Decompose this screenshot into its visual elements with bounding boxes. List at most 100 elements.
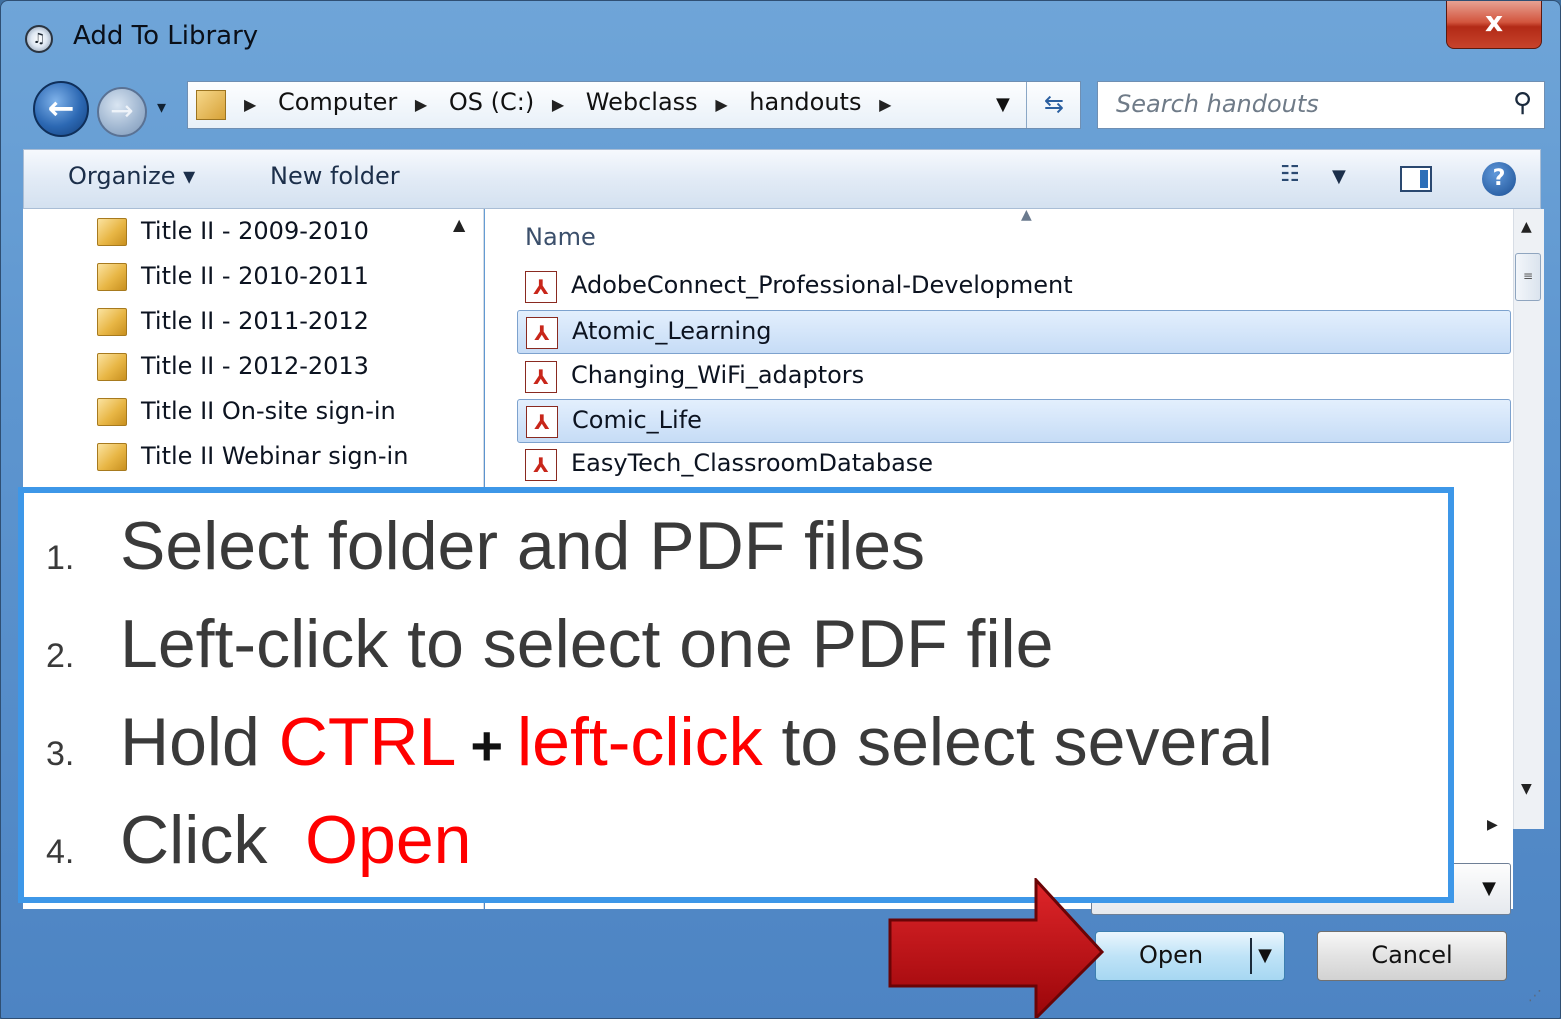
back-arrow-icon: ← (47, 89, 75, 127)
file-name: EasyTech_ClassroomDatabase (571, 449, 934, 477)
step-text-part: Click (120, 802, 306, 878)
back-button[interactable]: ← (33, 81, 89, 137)
tree-item-label: Title II - 2011-2012 (141, 307, 369, 335)
instruction-step-2: 2. Left-click to select one PDF file (46, 605, 1053, 683)
itunes-icon: ♫ (25, 25, 53, 53)
column-header-name[interactable]: Name (525, 223, 596, 251)
step-text: Select folder and PDF files (120, 508, 926, 584)
open-button-label: Open (1138, 941, 1204, 969)
step-number: 4. (46, 833, 75, 871)
cancel-button[interactable]: Cancel (1317, 931, 1507, 981)
breadcrumb: ▶ Computer ▶ OS (C:) ▶ Webclass ▶ handou… (244, 88, 905, 116)
view-options-icon[interactable]: ☷ (1280, 162, 1300, 187)
file-name: Comic_Life (572, 406, 702, 434)
scroll-down-icon[interactable]: ▼ (1521, 781, 1532, 797)
search-box[interactable]: Search handouts ⚲ (1097, 81, 1545, 129)
window-title: Add To Library (73, 21, 259, 51)
command-bar: Organize ▾ New folder ☷ ▼ ? (23, 149, 1541, 209)
breadcrumb-computer[interactable]: Computer (278, 88, 397, 116)
tree-item[interactable]: Title II - 2009-2010 (97, 217, 369, 246)
resize-grip-icon[interactable]: ⋰ (1528, 988, 1542, 1004)
recent-pages-dropdown[interactable]: ▾ (157, 97, 166, 118)
breadcrumb-handouts[interactable]: handouts (749, 88, 861, 116)
pdf-icon: ⅄ (525, 449, 557, 481)
breadcrumb-separator-icon[interactable]: ▶ (879, 95, 891, 114)
breadcrumb-separator-icon[interactable]: ▶ (415, 95, 427, 114)
step-text-part: to select several (762, 704, 1273, 780)
open-button[interactable]: Open ▼ (1095, 931, 1285, 981)
address-bar[interactable]: ▶ Computer ▶ OS (C:) ▶ Webclass ▶ handou… (187, 81, 1081, 129)
step-text-part: Hold (120, 704, 279, 780)
search-icon[interactable]: ⚲ (1513, 88, 1532, 118)
step-text: Click Open (120, 802, 471, 878)
instruction-step-4: 4. Click Open (46, 801, 471, 879)
plus-sign: + (470, 714, 504, 777)
step-number: 2. (46, 637, 75, 675)
sort-ascending-icon: ▲ (1021, 207, 1032, 223)
folder-icon (97, 263, 127, 291)
tree-item[interactable]: Title II - 2012-2013 (97, 352, 369, 381)
step-text: Left-click to select one PDF file (120, 606, 1054, 682)
nav-scroll-up-icon[interactable]: ▲ (453, 215, 465, 234)
search-input[interactable]: Search handouts (1116, 90, 1319, 118)
step-number: 1. (46, 539, 75, 577)
breadcrumb-separator-icon[interactable]: ▶ (715, 95, 727, 114)
breadcrumb-os-c[interactable]: OS (C:) (449, 88, 534, 116)
help-icon[interactable]: ? (1482, 162, 1516, 196)
instruction-callout: 1. Select folder and PDF files 2. Left-cli… (18, 487, 1454, 903)
breadcrumb-separator-icon[interactable]: ▶ (244, 95, 256, 114)
file-row-selected[interactable]: ⅄ Atomic_Learning (517, 310, 1511, 354)
left-click-label: left-click (517, 704, 763, 780)
instruction-step-3: 3. Hold CTRL + left-click to select several (46, 703, 1273, 781)
close-button[interactable]: x (1446, 1, 1542, 49)
folder-icon (196, 90, 226, 120)
tree-item-label: Title II - 2009-2010 (141, 217, 369, 245)
tree-item[interactable]: Title II - 2010-2011 (97, 262, 369, 291)
file-row[interactable]: ⅄ EasyTech_ClassroomDatabase (517, 443, 1511, 487)
pdf-icon: ⅄ (525, 361, 557, 393)
new-folder-button[interactable]: New folder (270, 162, 400, 190)
organize-menu[interactable]: Organize ▾ (68, 162, 195, 190)
forward-arrow-icon: → (110, 94, 134, 127)
tree-item[interactable]: Title II On-site sign-in (97, 397, 396, 426)
breadcrumb-separator-icon[interactable]: ▶ (552, 95, 564, 114)
tree-item-label: Title II - 2012-2013 (141, 352, 369, 380)
step-text: Hold CTRL + left-click to select several (120, 704, 1273, 780)
tree-item-label: Title II On-site sign-in (141, 397, 396, 425)
open-split-dropdown-icon[interactable]: ▼ (1250, 938, 1278, 974)
refresh-icon: ⇆ (1043, 90, 1065, 118)
ctrl-key-label: CTRL (278, 704, 457, 780)
refresh-button[interactable]: ⇆ (1026, 82, 1081, 128)
step-number: 3. (46, 735, 75, 773)
tree-item[interactable]: Title II Webinar sign-in (97, 442, 408, 471)
preview-pane-icon[interactable] (1400, 166, 1432, 192)
folder-icon (97, 398, 127, 426)
scroll-up-icon[interactable]: ▲ (1521, 219, 1532, 235)
file-row[interactable]: ⅄ Changing_WiFi_adaptors (517, 355, 1511, 399)
file-name: Changing_WiFi_adaptors (571, 361, 865, 389)
file-row-selected[interactable]: ⅄ Comic_Life (517, 399, 1511, 443)
file-name: AdobeConnect_Professional-Development (571, 271, 1073, 299)
tree-item[interactable]: Title II - 2011-2012 (97, 307, 369, 336)
tree-item-label: Title II Webinar sign-in (141, 442, 409, 470)
pdf-icon: ⅄ (525, 271, 557, 303)
breadcrumb-webclass[interactable]: Webclass (586, 88, 698, 116)
view-dropdown-icon[interactable]: ▼ (1332, 166, 1346, 187)
title-bar[interactable]: ♫ Add To Library x (1, 1, 1560, 73)
scroll-right-icon[interactable]: ▶ (1487, 817, 1498, 833)
chevron-down-icon: ▼ (1482, 878, 1496, 899)
tree-item-label: Title II - 2010-2011 (141, 262, 369, 290)
pdf-icon: ⅄ (526, 317, 558, 349)
folder-icon (97, 218, 127, 246)
scroll-thumb[interactable]: ≡ (1515, 253, 1541, 301)
file-row[interactable]: ⅄ AdobeConnect_Professional-Development (517, 265, 1511, 309)
forward-button[interactable]: → (97, 87, 147, 137)
folder-icon (97, 353, 127, 381)
vertical-scrollbar[interactable] (1513, 209, 1544, 829)
pdf-icon: ⅄ (526, 406, 558, 438)
folder-icon (97, 308, 127, 336)
address-dropdown-icon[interactable]: ▼ (996, 94, 1010, 115)
red-arrow-icon (888, 878, 1105, 1018)
file-name: Atomic_Learning (572, 317, 772, 345)
open-label: Open (305, 802, 472, 878)
